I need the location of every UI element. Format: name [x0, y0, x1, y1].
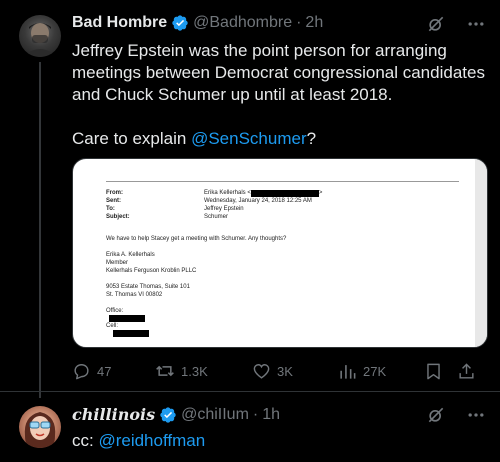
- reply-time[interactable]: 1h: [262, 406, 280, 424]
- more-dots-icon[interactable]: [466, 14, 486, 34]
- redaction-bar: [109, 315, 145, 322]
- doc-sig-firm: Kellerhals Ferguson Kroblin PLLC: [106, 268, 197, 274]
- post-time[interactable]: 2h: [305, 14, 323, 32]
- repost-count: 1.3K: [181, 363, 208, 379]
- reply-top-icons: [426, 405, 486, 425]
- post-text-paragraph-1: Jeffrey Epstein was the point person for…: [72, 41, 485, 104]
- dot-separator: ·: [252, 405, 259, 423]
- dot-separator: ·: [296, 14, 302, 31]
- doc-to-value: Jeffrey Epstein: [204, 206, 244, 212]
- mention-link[interactable]: @SenSchumer: [191, 129, 307, 148]
- redaction-bar: [113, 330, 149, 337]
- doc-cell-label: Cell:: [106, 323, 119, 329]
- grok-slash-icon[interactable]: [426, 14, 446, 34]
- heart-icon: [253, 363, 270, 379]
- reply-header: chillinois @chiIIum · 1h: [72, 405, 280, 424]
- action-bar: 47 1.3K 3K 27K: [72, 361, 482, 381]
- author-handle[interactable]: @Badhombre: [193, 14, 292, 32]
- post-header: Bad Hombre @Badhombre · 2h: [72, 14, 323, 32]
- verified-badge-icon: [160, 406, 176, 423]
- views-chart-icon: [340, 364, 356, 379]
- doc-sent-row: Sent: Wednesday, January 24, 2018 12:25 …: [106, 197, 322, 205]
- avatar-photo: [23, 23, 57, 57]
- doc-sig-addr1: 9053 Estate Thomas, Suite 101: [106, 284, 190, 290]
- post-divider: [0, 391, 500, 392]
- bookmark-button[interactable]: [424, 362, 443, 381]
- doc-from-row: From: Erika Kellerhals < >: [106, 189, 322, 197]
- doc-to-label: To:: [106, 206, 115, 212]
- reply-count: 47: [97, 363, 112, 379]
- views-count: 27K: [363, 363, 387, 379]
- share-icon: [459, 362, 474, 379]
- document-rule: [106, 181, 459, 182]
- post-text-suffix: ?: [306, 129, 317, 148]
- author-avatar[interactable]: [19, 15, 61, 57]
- reply-author-handle[interactable]: @chiIIum: [181, 406, 249, 424]
- like-button[interactable]: 3K: [252, 362, 338, 381]
- doc-sig-addr2: St. Thomas VI 00802: [106, 292, 163, 298]
- post-text-paragraph-2: Care to explain @SenSchumer?: [72, 128, 492, 150]
- main-post[interactable]: Bad Hombre @Badhombre · 2h Jeffrey Epste…: [0, 0, 500, 398]
- doc-sig-name: Erika A. Kellerhals: [106, 252, 155, 258]
- verified-badge-icon: [172, 15, 188, 31]
- doc-from-value: Erika Kellerhals < >: [204, 189, 322, 197]
- doc-sig-title: Member: [106, 260, 129, 266]
- doc-to-row: To: Jeffrey Epstein: [106, 205, 322, 213]
- attached-image[interactable]: From: Erika Kellerhals < > Sent: Wednesda…: [72, 158, 488, 348]
- repost-button[interactable]: 1.3K: [155, 361, 252, 381]
- reply-text: cc: @reidhoffman: [72, 430, 205, 452]
- doc-sig-gap: [106, 299, 322, 307]
- views-button[interactable]: 27K: [338, 362, 424, 381]
- email-document: From: Erika Kellerhals < > Sent: Wednesda…: [106, 189, 322, 337]
- grok-slash-icon[interactable]: [426, 405, 446, 425]
- doc-cell-row: Cell:: [106, 322, 322, 337]
- display-name[interactable]: Bad Hombre: [72, 14, 167, 32]
- doc-sent-value: Wednesday, January 24, 2018 12:25 AM: [204, 198, 312, 204]
- more-dots-icon[interactable]: [466, 405, 486, 425]
- doc-body-text: We have to help Stacey get a meeting wit…: [106, 236, 287, 242]
- doc-sent-label: Sent:: [106, 198, 121, 204]
- doc-office-row: Office:: [106, 307, 322, 322]
- doc-from-end: >: [318, 190, 323, 196]
- doc-body: We have to help Stacey get a meeting wit…: [106, 235, 322, 337]
- doc-subject-value: Schumer: [204, 214, 229, 220]
- share-button[interactable]: [457, 362, 476, 381]
- doc-subject-label: Subject:: [106, 214, 130, 220]
- repost-icon: [156, 365, 174, 377]
- redaction-bar: [250, 189, 319, 197]
- doc-from-label: From:: [106, 190, 123, 196]
- doc-office-label: Office:: [106, 308, 124, 314]
- reply-icon: [74, 363, 89, 379]
- post-text: Jeffrey Epstein was the point person for…: [72, 40, 492, 150]
- reply-button[interactable]: 47: [72, 362, 155, 381]
- doc-subject-row: Subject: Schumer: [106, 213, 322, 221]
- doc-signature: Erika A. Kellerhals Member Kellerhals Fe…: [106, 251, 322, 337]
- thread-line: [39, 62, 41, 398]
- avatar-photo: [24, 412, 56, 448]
- like-count: 3K: [277, 363, 293, 379]
- doc-from-text: Erika Kellerhals <: [204, 190, 251, 196]
- bookmark-icon: [427, 363, 440, 379]
- mention-link[interactable]: @reidhoffman: [98, 431, 205, 450]
- reply-author-avatar[interactable]: [19, 406, 61, 448]
- post-top-icons: [426, 14, 486, 34]
- reply-display-name[interactable]: chillinois: [72, 405, 155, 424]
- reply-text-prefix: cc:: [72, 431, 99, 450]
- doc-sig-gap: [106, 275, 322, 283]
- post-text-prefix: Care to explain: [72, 129, 192, 148]
- document-margin: [475, 159, 487, 347]
